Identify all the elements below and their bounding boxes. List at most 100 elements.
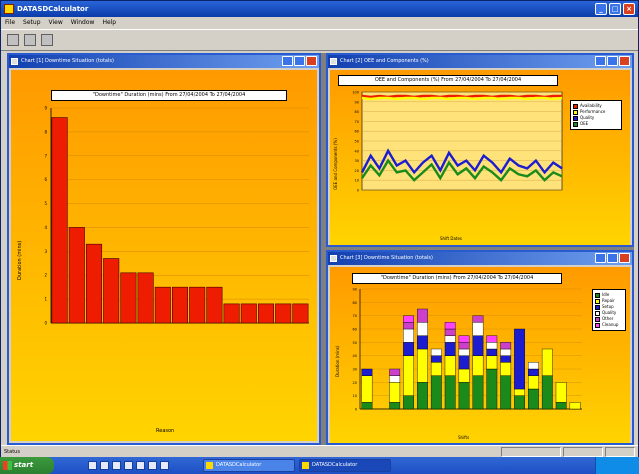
legend-swatch — [595, 310, 600, 316]
menu-window[interactable]: Window — [71, 17, 95, 29]
chart2-titlebar[interactable]: Chart [2] OEE and Components (%) — [328, 55, 632, 68]
chart3-bar-segment — [486, 348, 498, 356]
chart3-legend-label: Cleanup — [602, 322, 619, 327]
chart2-ytick: 40 — [355, 149, 359, 153]
chart1-bar — [223, 303, 240, 324]
chart3-bar-segment — [444, 375, 456, 410]
chart3-ytick: 60 — [353, 328, 357, 332]
chart1-plot-area: "Downtime" Duration (mins) From 27/04/20… — [11, 70, 317, 441]
chart2-window[interactable]: Chart [2] OEE and Components (%) OEE and… — [326, 53, 634, 247]
quicklaunch-icon[interactable] — [88, 461, 97, 470]
quicklaunch-icon[interactable] — [160, 461, 169, 470]
chart2-ylabel: OEE and Components (%) — [333, 138, 338, 190]
chart2-maximize-button[interactable] — [607, 56, 618, 66]
chart1-svg: Duration (mins) Reason 0 1 2 3 4 5 6 7 8 9 — [17, 106, 309, 434]
chart3-bar-segment — [417, 308, 428, 323]
chart3-ytick: 50 — [353, 341, 357, 345]
open-icon[interactable] — [7, 34, 19, 46]
chart3-bar-segment — [444, 335, 456, 343]
chart3-ytick: 0 — [355, 408, 357, 412]
chart2-ytick: 10 — [355, 179, 359, 183]
chart3-bar-segment — [389, 402, 401, 410]
chart1-titlebar[interactable]: Chart [1] Downtime Situation (totals) — [9, 55, 319, 68]
chart1-maximize-button[interactable] — [294, 56, 305, 66]
chart3-bar-segment — [361, 375, 373, 403]
chart1-minimize-button[interactable] — [282, 56, 293, 66]
menu-setup[interactable]: Setup — [23, 17, 40, 29]
chart3-window-title: Chart [3] Downtime Situation (totals) — [340, 255, 433, 261]
chart3-bar-segment — [444, 342, 456, 356]
chart1-bar — [189, 286, 206, 324]
chart3-bar-segment — [458, 335, 470, 343]
chart3-bar-segment — [403, 322, 414, 330]
app-window: DATASDCalculator _ □ × File Setup View W… — [0, 0, 639, 474]
chart3-bar-segment — [430, 375, 442, 410]
app-titlebar[interactable]: DATASDCalculator _ □ × — [1, 1, 638, 17]
chart3-legend: Idle Repair Setup Quality Other Cleanup — [592, 289, 626, 331]
chart3-bar-segment — [361, 368, 373, 376]
chart2-minimize-button[interactable] — [595, 56, 606, 66]
chart2-ytick: 70 — [355, 120, 359, 124]
legend-swatch — [573, 103, 578, 109]
quicklaunch-icon[interactable] — [112, 461, 121, 470]
chart1-window[interactable]: Chart [1] Downtime Situation (totals) "D… — [7, 53, 321, 445]
chart3-plot-area: "Downtime" Duration (mins) From 27/04/20… — [330, 267, 630, 443]
chart3-bar-segment — [500, 362, 512, 376]
chart3-bar-segment — [500, 375, 512, 410]
chart2-close-button[interactable] — [619, 56, 630, 66]
status-field — [563, 447, 603, 457]
chart3-bar-segment — [403, 395, 414, 410]
chart2-window-title: Chart [2] OEE and Components (%) — [340, 58, 429, 64]
chart3-bar-segment — [486, 342, 498, 350]
chart2-xlabel: Shift Dates — [440, 236, 462, 241]
menu-help[interactable]: Help — [102, 17, 116, 29]
chart3-bar-segment — [500, 355, 512, 363]
chart3-titlebar[interactable]: Chart [3] Downtime Situation (totals) — [328, 252, 632, 265]
chart3-xlabel: Shifts — [458, 435, 469, 440]
chart3-bar-segment — [458, 342, 470, 350]
chart3-minimize-button[interactable] — [595, 253, 606, 263]
quicklaunch-icon[interactable] — [136, 461, 145, 470]
chart3-bar-segment — [458, 355, 470, 370]
chart1-bar — [85, 243, 103, 324]
chart3-bar-segment — [417, 322, 428, 336]
chart2-svg: OEE and Components (%) Shift Dates 0 10 20… — [333, 91, 563, 241]
app-icon — [4, 4, 14, 14]
chart1-bar — [51, 117, 68, 324]
chart1-bar — [68, 227, 85, 324]
chart1-close-button[interactable] — [306, 56, 317, 66]
toolbar — [1, 29, 638, 51]
quicklaunch-icon[interactable] — [100, 461, 109, 470]
chart3-bar-segment — [403, 355, 414, 396]
chart2-ytick: 90 — [355, 100, 359, 104]
minimize-button[interactable]: _ — [595, 3, 607, 15]
quicklaunch-icon[interactable] — [124, 461, 133, 470]
chart2-plot-area: OEE and Components (%) From 27/04/2004 T… — [330, 70, 630, 245]
menu-file[interactable]: File — [5, 17, 15, 29]
save-icon[interactable] — [24, 34, 36, 46]
chart3-legend-item: Cleanup — [595, 322, 623, 328]
menu-view[interactable]: View — [49, 17, 63, 29]
chart-icon — [330, 58, 337, 65]
quicklaunch-icon[interactable] — [148, 461, 157, 470]
chart3-bar-segment — [486, 355, 498, 370]
legend-swatch — [595, 322, 600, 328]
taskbar-button[interactable]: DATASDCalculator — [203, 459, 295, 472]
chart3-bar-segment — [472, 375, 484, 410]
chart3-maximize-button[interactable] — [607, 253, 618, 263]
chart3-window[interactable]: Chart [3] Downtime Situation (totals) "D… — [326, 250, 634, 445]
chart3-close-button[interactable] — [619, 253, 630, 263]
start-label: start — [14, 461, 34, 469]
chart3-ylabel: Duration (mins) — [335, 345, 340, 377]
chart-icon — [11, 58, 18, 65]
chart3-bar-segment — [458, 348, 470, 356]
start-button[interactable]: start — [0, 457, 54, 474]
taskbar-button[interactable]: DATASDCalculator — [299, 459, 391, 472]
print-icon[interactable] — [41, 34, 53, 46]
system-tray — [595, 457, 639, 474]
chart3-bar-segment — [430, 348, 442, 356]
close-button[interactable]: × — [623, 3, 635, 15]
chart3-bar-segment — [514, 388, 525, 396]
chart2-legend: Availability Performance Quality OEE — [570, 100, 622, 130]
maximize-button[interactable]: □ — [609, 3, 621, 15]
